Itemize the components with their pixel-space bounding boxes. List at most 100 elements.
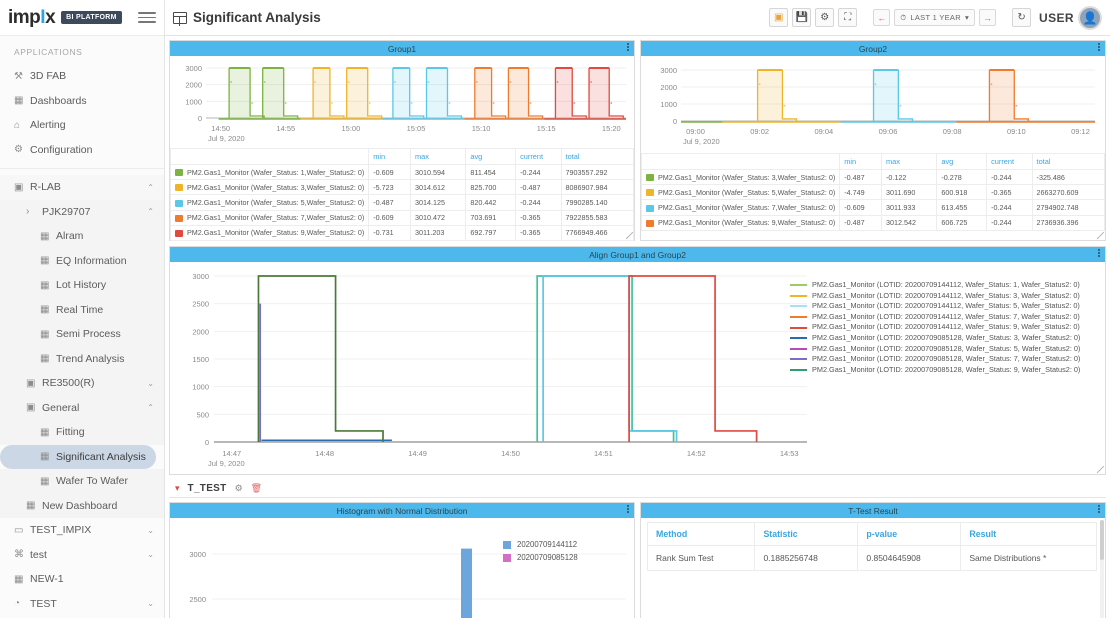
settings-gear-button[interactable]: ⚙	[815, 8, 835, 27]
scrollbar-vertical[interactable]	[1100, 520, 1104, 618]
sidebar-item-pjk29707[interactable]: › PJK29707 ⌃	[0, 199, 164, 224]
series-name-cell: PM2.Gas1_Monitor (Wafer_Status: 5,Wafer_…	[640, 184, 841, 201]
column-header[interactable]: total	[1031, 153, 1106, 170]
legend-item[interactable]: 20200709144112	[503, 538, 578, 551]
sidebar-item-alram[interactable]: ▦ Alram	[0, 224, 164, 249]
panel-menu-icon[interactable]	[1098, 504, 1100, 514]
sidebar-item-semi-process[interactable]: ▦ Semi Process	[0, 322, 164, 347]
avatar[interactable]: 👤	[1078, 5, 1102, 30]
svg-text:09:02: 09:02	[750, 127, 769, 136]
sidebar-item-re3500-r-[interactable]: ▣ RE3500(R) ⌄	[0, 371, 164, 396]
table-row[interactable]: PM2.Gas1_Monitor (Wafer_Status: 7,Wafer_…	[169, 209, 635, 226]
panel-resize-handle[interactable]	[1097, 232, 1104, 239]
column-header[interactable]: max	[880, 153, 938, 170]
sidebar-item-general[interactable]: ▣ General ⌃	[0, 395, 164, 420]
refresh-button[interactable]: ↻	[1012, 8, 1032, 27]
legend-item[interactable]: PM2.Gas1_Monitor (LOTID: 20200709144112,…	[790, 322, 1080, 333]
fullscreen-button[interactable]: ⛶	[838, 8, 858, 27]
sidebar-item-configuration[interactable]: ⚙ Configuration	[0, 138, 164, 163]
chevron-down-icon[interactable]: ▾	[175, 483, 180, 494]
panel-menu-icon[interactable]	[627, 504, 629, 514]
dashboard-icon: ▦	[40, 230, 50, 242]
sidebar-item-3d-fab[interactable]: ⚒ 3D FAB	[0, 64, 164, 89]
panel-menu-icon[interactable]	[1098, 248, 1100, 258]
column-header[interactable]	[169, 148, 370, 165]
legend-item[interactable]: PM2.Gas1_Monitor (LOTID: 20200709144112,…	[790, 312, 1080, 323]
panel-resize-handle[interactable]	[626, 232, 633, 239]
sidebar-item-fitting[interactable]: ▦ Fitting	[0, 420, 164, 445]
panel-resize-handle[interactable]	[1097, 466, 1104, 473]
save-button[interactable]: 💾	[792, 8, 812, 27]
chevron-toggle-icon[interactable]: ⌃	[147, 403, 154, 412]
column-header[interactable]: current	[515, 148, 562, 165]
gear-icon[interactable]: ⚙	[235, 483, 243, 494]
table-row[interactable]: PM2.Gas1_Monitor (Wafer_Status: 5,Wafer_…	[169, 194, 635, 211]
legend-item[interactable]: 20200709085128	[503, 551, 578, 564]
chevron-toggle-icon[interactable]: ⌄	[147, 379, 154, 388]
sidebar-item-r-lab[interactable]: ▣ R-LAB ⌃	[0, 175, 164, 200]
series-name-cell: PM2.Gas1_Monitor (Wafer_Status: 7,Wafer_…	[169, 209, 370, 226]
legend-item[interactable]: PM2.Gas1_Monitor (LOTID: 20200709144112,…	[790, 291, 1080, 302]
column-header[interactable]	[640, 153, 841, 170]
legend-item[interactable]: PM2.Gas1_Monitor (LOTID: 20200709144112,…	[790, 280, 1080, 291]
chevron-toggle-icon[interactable]: ⌄	[147, 526, 154, 535]
legend-item[interactable]: PM2.Gas1_Monitor (LOTID: 20200709085128,…	[790, 365, 1080, 376]
table-row[interactable]: PM2.Gas1_Monitor (Wafer_Status: 7,Wafer_…	[640, 199, 1106, 216]
sidebar-item-test-impix[interactable]: ▭ TEST_IMPIX ⌄	[0, 518, 164, 543]
sidebar-item-significant-analysis[interactable]: ▦ Significant Analysis	[0, 444, 156, 469]
series-color-swatch	[175, 184, 183, 192]
time-range-selector[interactable]: ⏱ LAST 1 YEAR ▾	[894, 9, 976, 26]
column-header[interactable]: max	[409, 148, 467, 165]
chevron-toggle-icon[interactable]: ⌄	[147, 550, 154, 559]
trash-icon[interactable]: 🗑	[251, 483, 262, 494]
sidebar-item-lot-history[interactable]: ▦ Lot History	[0, 273, 164, 298]
column-header[interactable]: min	[839, 153, 882, 170]
sidebar-item-dashboards[interactable]: ▦ Dashboards	[0, 89, 164, 114]
column-header[interactable]: min	[368, 148, 411, 165]
legend-item[interactable]: PM2.Gas1_Monitor (LOTID: 20200709144112,…	[790, 301, 1080, 312]
sidebar-item-new-1[interactable]: ▦ NEW-1	[0, 567, 164, 592]
sidebar-item-alerting[interactable]: ⌂ Alerting	[0, 113, 164, 138]
cell-min: -0.609	[839, 199, 882, 216]
table-row[interactable]: PM2.Gas1_Monitor (Wafer_Status: 5,Wafer_…	[640, 184, 1106, 201]
sidebar-item-wafer-to-wafer[interactable]: ▦ Wafer To Wafer	[0, 469, 164, 494]
chevron-toggle-icon[interactable]: ⌃	[147, 207, 154, 216]
panel-menu-icon[interactable]	[1098, 42, 1100, 52]
sidebar: impIx BI PLATFORM APPLICATIONS ⚒ 3D FAB ▦ D…	[0, 0, 165, 618]
sidebar-item-eq-information[interactable]: ▦ EQ Information	[0, 248, 164, 273]
sidebar-item-test[interactable]: ◔ TEST ⌄	[0, 592, 164, 617]
sidebar-item-trend-analysis[interactable]: ▦ Trend Analysis	[0, 346, 164, 371]
column-header[interactable]: avg	[465, 148, 517, 165]
table-row[interactable]: PM2.Gas1_Monitor (Wafer_Status: 9,Wafer_…	[640, 214, 1106, 231]
chevron-toggle-icon[interactable]: ⌄	[147, 599, 154, 608]
dashboard-icon: ▦	[40, 304, 50, 316]
app-logo[interactable]: impIx	[8, 7, 56, 29]
series-name-cell: PM2.Gas1_Monitor (Wafer_Status: 7,Wafer_…	[640, 199, 841, 216]
sidebar-item-real-time[interactable]: ▦ Real Time	[0, 297, 164, 322]
column-header[interactable]: current	[986, 153, 1033, 170]
folder-icon: ▣	[14, 181, 24, 193]
column-header[interactable]: avg	[936, 153, 988, 170]
column-header[interactable]: Result	[960, 522, 1097, 546]
table-row[interactable]: PM2.Gas1_Monitor (Wafer_Status: 1,Wafer_…	[169, 163, 635, 181]
legend-item[interactable]: PM2.Gas1_Monitor (LOTID: 20200709085128,…	[790, 344, 1080, 355]
table-row[interactable]: Rank Sum Test 0.1885256748 0.8504645908 Sam…	[646, 545, 1097, 571]
chevron-toggle-icon[interactable]: ⌃	[147, 183, 154, 192]
legend-item[interactable]: PM2.Gas1_Monitor (LOTID: 20200709085128,…	[790, 354, 1080, 365]
column-header[interactable]: p-value	[857, 522, 962, 546]
column-header[interactable]: Method	[646, 522, 756, 546]
panel-menu-icon[interactable]	[627, 42, 629, 52]
column-header[interactable]: Statistic	[754, 522, 859, 546]
table-row[interactable]: PM2.Gas1_Monitor (Wafer_Status: 3,Wafer_…	[169, 179, 635, 196]
sidebar-item-new-dashboard[interactable]: ▦ New Dashboard	[0, 493, 164, 518]
column-header[interactable]: total	[560, 148, 635, 165]
add-panel-button[interactable]: ▣	[769, 8, 789, 27]
table-row[interactable]: PM2.Gas1_Monitor (Wafer_Status: 3,Wafer_…	[640, 168, 1106, 186]
table-row[interactable]: PM2.Gas1_Monitor (Wafer_Status: 9,Wafer_…	[169, 224, 635, 241]
time-prev-button[interactable]: ←	[873, 9, 891, 26]
time-next-button[interactable]: →	[979, 9, 997, 26]
ttest-section-bar[interactable]: ▾ T_TEST ⚙ 🗑	[169, 480, 1106, 498]
sidebar-item-test[interactable]: ⌘ test ⌄	[0, 543, 164, 568]
hamburger-icon[interactable]	[138, 12, 156, 23]
legend-item[interactable]: PM2.Gas1_Monitor (LOTID: 20200709085128,…	[790, 333, 1080, 344]
